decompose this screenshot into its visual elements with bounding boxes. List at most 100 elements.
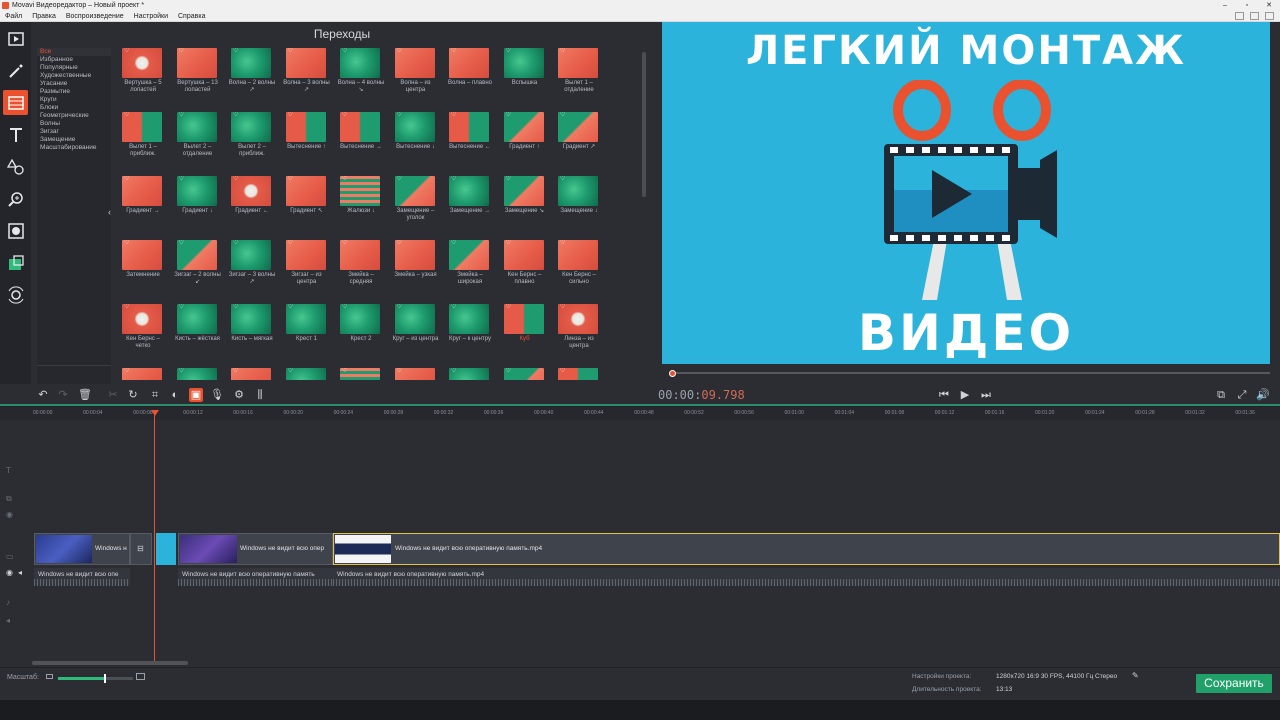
category-item[interactable]: Замещение [37,136,111,144]
category-item[interactable]: Масштабирование [37,144,111,152]
favorite-heart-icon[interactable]: ♡ [506,304,511,310]
transitions-button[interactable] [3,90,28,115]
favorite-heart-icon[interactable]: ♡ [342,240,347,246]
transition-tile[interactable]: ♡ Кисть – жёсткая [174,304,229,366]
favorite-heart-icon[interactable]: ♡ [288,368,293,374]
favorite-heart-icon[interactable]: ♡ [560,240,565,246]
video-clip-2[interactable]: Windows не видит всю опер [178,533,333,565]
transition-tile[interactable]: ♡ Кисть – мягкая [228,304,283,366]
next-frame-icon[interactable]: ⏭ [979,388,993,402]
transition-tile[interactable]: ♡ Градиент ← [228,176,283,238]
favorite-heart-icon[interactable]: ♡ [560,112,565,118]
filters-button[interactable] [3,58,28,83]
color-adjust-icon[interactable]: ◐ [168,388,182,402]
favorite-heart-icon[interactable]: ♡ [233,304,238,310]
category-item[interactable]: Популярные [37,64,111,72]
transition-tile[interactable]: ♡ Волна – плавно [446,48,501,110]
transition-tile[interactable]: ♡ Вытеснение ↑ [283,112,338,174]
favorite-heart-icon[interactable]: ♡ [124,368,129,374]
zoom-in-icon[interactable] [136,673,145,680]
favorite-heart-icon[interactable]: ♡ [342,304,347,310]
transition-tile[interactable]: ♡ Вспышка [501,48,556,110]
favorite-heart-icon[interactable]: ♡ [179,368,184,374]
favorite-heart-icon[interactable]: ♡ [397,368,402,374]
image-icon[interactable]: ▣ [189,388,203,402]
undo-icon[interactable]: ↶ [36,388,50,402]
favorite-heart-icon[interactable]: ♡ [451,304,456,310]
progress-knob[interactable] [669,370,676,377]
favorite-heart-icon[interactable]: ♡ [179,112,184,118]
zoom-slider[interactable] [58,674,133,683]
favorite-heart-icon[interactable]: ♡ [560,304,565,310]
minimize-icon[interactable]: – [1220,0,1230,11]
favorite-heart-icon[interactable]: ♡ [288,240,293,246]
category-item[interactable]: Художественные [37,72,111,80]
edit-pencil-icon[interactable]: ✎ [1132,671,1139,680]
playhead[interactable] [154,410,155,662]
video-clip-1[interactable]: Windows н [34,533,130,565]
transition-tile[interactable]: ♡ Крест 1 [283,304,338,366]
import-button[interactable] [3,26,28,51]
category-item[interactable]: Волны [37,120,111,128]
transition-tile[interactable]: ♡ Градиент ↖ [283,176,338,238]
equalizer-icon[interactable]: ⫼ [253,388,267,402]
favorite-heart-icon[interactable]: ♡ [506,240,511,246]
favorite-heart-icon[interactable]: ♡ [451,368,456,374]
category-item[interactable]: Геометрические [37,112,111,120]
favorite-heart-icon[interactable]: ♡ [233,368,238,374]
playhead-handle[interactable] [151,410,159,416]
previous-frame-icon[interactable]: ⏮ [937,388,951,402]
zoom-slider-knob[interactable] [103,674,106,683]
transition-tile[interactable]: ♡ Замещение → [446,176,501,238]
favorite-heart-icon[interactable]: ♡ [124,304,129,310]
transition-tile[interactable]: ♡ Вылет 2 – отдаление [174,112,229,174]
favorite-heart-icon[interactable]: ♡ [124,176,129,182]
transition-tile[interactable]: ♡ Вытеснение ← [446,112,501,174]
favorite-heart-icon[interactable]: ♡ [179,176,184,182]
transition-tile[interactable]: ♡ Градиент ↗ [555,112,609,174]
favorite-heart-icon[interactable]: ♡ [506,368,511,374]
transition-tile[interactable]: ♡ Градиент → [119,176,174,238]
transition-tile[interactable]: ♡ Вертушка – 5 лопастей [119,48,174,110]
favorite-heart-icon[interactable]: ♡ [451,176,456,182]
music-mute-icon[interactable]: ◂ [6,616,10,625]
favorite-heart-icon[interactable]: ♡ [233,240,238,246]
delete-icon[interactable]: 🗑 [78,388,92,402]
transition-tile[interactable]: ♡ Змейка – широкая [446,240,501,302]
favorite-heart-icon[interactable]: ♡ [451,48,456,54]
menu-file[interactable]: Файл [0,11,27,21]
transition-tile[interactable]: ♡ Крест 2 [337,304,392,366]
audio-clip-1[interactable]: Windows не видит всю опе [34,568,130,586]
video-mute-icon[interactable]: ◂ [18,568,22,577]
menu-help[interactable]: Справка [173,11,210,21]
transition-tile[interactable]: ♡ Вертушка – 13 лопастей [174,48,229,110]
favorite-heart-icon[interactable]: ♡ [560,176,565,182]
play-icon[interactable]: ▶ [958,388,972,402]
grid-scrollbar[interactable] [642,52,646,197]
transition-tile[interactable]: ♡ Вытеснение ↓ [392,112,447,174]
video-clip-3[interactable]: Windows не видит всю оперативную память.… [333,533,1280,565]
transition-tile[interactable]: ♡ Круг – к центру [446,304,501,366]
cut-icon[interactable]: ✂ [106,388,120,402]
transition-tile[interactable]: ♡ Вылет 1 – отдаление [555,48,609,110]
gear-icon[interactable]: ⚙ [232,388,246,402]
transition-tile[interactable]: ♡ Волна – 2 волны ↗ [228,48,283,110]
transition-tile[interactable]: ♡ Змейка – узкая [392,240,447,302]
category-item[interactable]: Зигзаг [37,128,111,136]
favorite-heart-icon[interactable]: ♡ [342,112,347,118]
fullscreen-icon[interactable]: ⤢ [1235,388,1249,402]
favorite-heart-icon[interactable]: ♡ [397,112,402,118]
audio-clip-2[interactable]: Windows не видит всю оперативную память [178,568,333,586]
transition-tile[interactable]: ♡ [174,368,229,380]
track-visibility-icon[interactable]: ◉ [6,510,13,519]
category-item[interactable]: Круги [37,96,111,104]
favorite-heart-icon[interactable]: ♡ [233,176,238,182]
transition-tile[interactable]: ♡ Замещение – уголок [392,176,447,238]
favorite-heart-icon[interactable]: ♡ [288,304,293,310]
transition-tile[interactable]: ♡ Волна – 3 волны ↗ [283,48,338,110]
maximize-icon[interactable]: ▫ [1242,0,1252,11]
favorite-heart-icon[interactable]: ♡ [506,112,511,118]
collapse-arrow-icon[interactable]: ‹ [108,207,111,217]
favorite-heart-icon[interactable]: ♡ [342,368,347,374]
close-icon[interactable]: ✕ [1264,0,1274,11]
